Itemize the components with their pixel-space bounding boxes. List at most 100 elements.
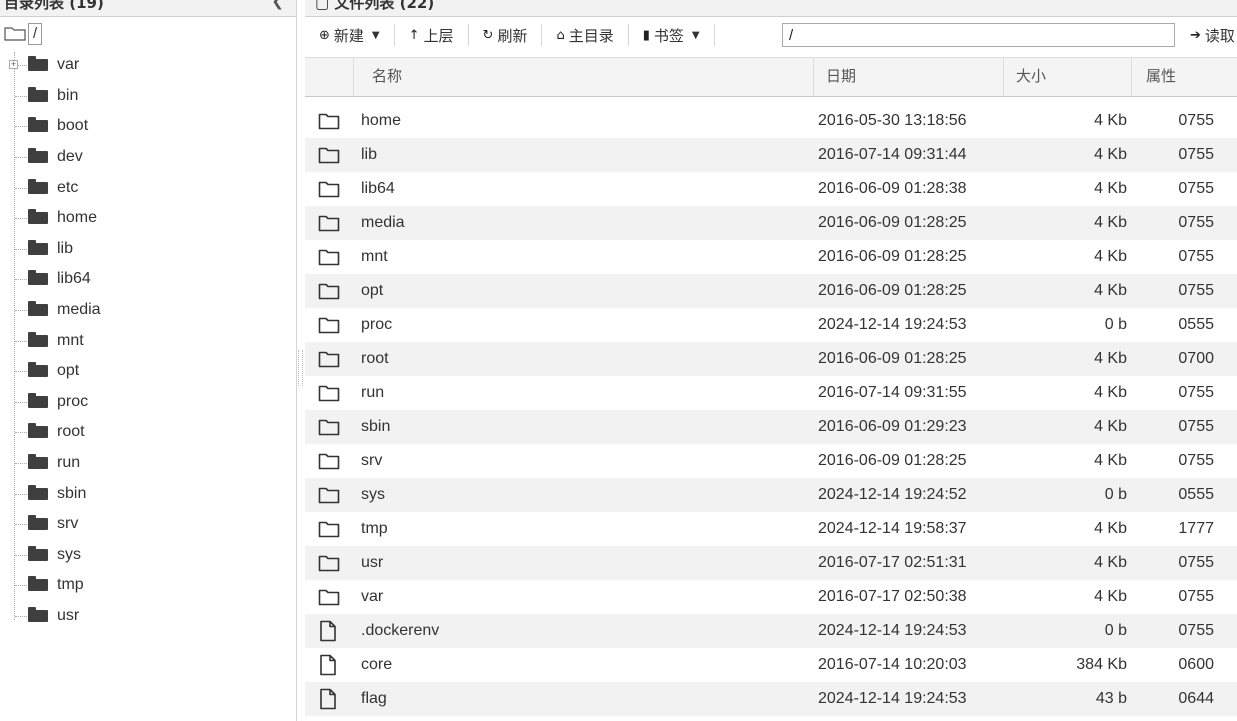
new-dropdown-button[interactable]: ⊕ 新建 ▼	[305, 21, 394, 49]
tree-item[interactable]: media	[0, 295, 296, 326]
file-name[interactable]: srv	[361, 444, 382, 478]
tree-item-label: run	[57, 454, 81, 472]
home-directory-button[interactable]: ⌂ 主目录	[542, 21, 627, 49]
file-attributes[interactable]: 0755	[1132, 580, 1214, 614]
file-row[interactable]: opt 2016-06-09 01:28:25 4 Kb 0755	[305, 274, 1237, 308]
up-level-button[interactable]: ↑ 上层	[395, 21, 468, 49]
file-attributes[interactable]: 0755	[1132, 104, 1214, 138]
tree-item[interactable]: usr	[0, 601, 296, 632]
file-name[interactable]: flag	[361, 682, 387, 716]
tree-item[interactable]: run	[0, 448, 296, 479]
file-name[interactable]: core	[361, 648, 392, 682]
file-row[interactable]: core 2016-07-14 10:20:03 384 Kb 0600	[305, 648, 1237, 682]
tree-item[interactable]: root	[0, 417, 296, 448]
tree-root[interactable]: /	[4, 23, 43, 45]
file-name[interactable]: sbin	[361, 410, 390, 444]
file-name[interactable]: sys	[361, 478, 385, 512]
tree-item[interactable]: lib	[0, 234, 296, 265]
file-row[interactable]: tmp 2024-12-14 19:58:37 4 Kb 1777	[305, 512, 1237, 546]
folder-icon	[28, 331, 48, 347]
file-attributes[interactable]: 1777	[1132, 512, 1214, 546]
file-name[interactable]: .dockerenv	[361, 614, 439, 648]
file-name[interactable]: usr	[361, 546, 383, 580]
file-attributes[interactable]: 0755	[1132, 206, 1214, 240]
file-row[interactable]: .dockerenv 2024-12-14 19:24:53 0 b 0755	[305, 614, 1237, 648]
file-attributes[interactable]: 0600	[1132, 648, 1214, 682]
tree-item[interactable]: srv	[0, 509, 296, 540]
bookmarks-dropdown-button[interactable]: ▮ 书签 ▼	[629, 21, 714, 49]
file-row[interactable]: var 2016-07-17 02:50:38 4 Kb 0755	[305, 580, 1237, 614]
file-attributes[interactable]: 0755	[1132, 546, 1214, 580]
name-column-header[interactable]: 名称	[354, 58, 814, 96]
file-row[interactable]: root 2016-06-09 01:28:25 4 Kb 0700	[305, 342, 1237, 376]
file-row[interactable]: mnt 2016-06-09 01:28:25 4 Kb 0755	[305, 240, 1237, 274]
file-row[interactable]: home 2016-05-30 13:18:56 4 Kb 0755	[305, 104, 1237, 138]
file-name[interactable]: run	[361, 376, 384, 410]
tree-item[interactable]: + var	[0, 50, 296, 81]
file-attributes[interactable]: 0555	[1132, 308, 1214, 342]
file-row[interactable]: lib 2016-07-14 09:31:44 4 Kb 0755	[305, 138, 1237, 172]
file-name[interactable]: root	[361, 342, 389, 376]
refresh-button[interactable]: ↻ 刷新	[469, 21, 542, 49]
file-attributes[interactable]: 0644	[1132, 682, 1214, 716]
file-name[interactable]: lib64	[361, 172, 395, 206]
file-attributes[interactable]: 0755	[1132, 376, 1214, 410]
file-name[interactable]: tmp	[361, 512, 388, 546]
file-name[interactable]: home	[361, 104, 401, 138]
tree-item[interactable]: sys	[0, 540, 296, 571]
file-attributes[interactable]: 0755	[1132, 614, 1214, 648]
folder-icon	[318, 172, 342, 206]
file-row[interactable]: media 2016-06-09 01:28:25 4 Kb 0755	[305, 206, 1237, 240]
file-attributes[interactable]: 0755	[1132, 240, 1214, 274]
path-input[interactable]	[782, 23, 1175, 47]
file-row[interactable]: sbin 2016-06-09 01:29:23 4 Kb 0755	[305, 410, 1237, 444]
file-row[interactable]: lib64 2016-06-09 01:28:38 4 Kb 0755	[305, 172, 1237, 206]
tree-item[interactable]: opt	[0, 356, 296, 387]
tree-item[interactable]: lib64	[0, 264, 296, 295]
file-panel-header: ▢ 文件列表 (22)	[305, 0, 1237, 17]
folder-icon	[318, 580, 342, 614]
toolbar-divider	[713, 24, 715, 46]
tree-item[interactable]: proc	[0, 387, 296, 418]
tree-item[interactable]: boot	[0, 111, 296, 142]
file-attributes[interactable]: 0755	[1132, 410, 1214, 444]
file-attributes[interactable]: 0700	[1132, 342, 1214, 376]
file-name[interactable]: lib	[361, 138, 377, 172]
tree-item[interactable]: etc	[0, 172, 296, 203]
file-name[interactable]: mnt	[361, 240, 388, 274]
tree-item[interactable]: sbin	[0, 478, 296, 509]
read-button-label: 读取	[1204, 26, 1235, 45]
attributes-column-header[interactable]: 属性	[1132, 58, 1237, 96]
file-row[interactable]: run 2016-07-14 09:31:55 4 Kb 0755	[305, 376, 1237, 410]
file-name[interactable]: media	[361, 206, 405, 240]
tree-item[interactable]: home	[0, 203, 296, 234]
tree-item[interactable]: tmp	[0, 570, 296, 601]
file-row[interactable]: proc 2024-12-14 19:24:53 0 b 0555	[305, 308, 1237, 342]
panel-splitter-handle[interactable]	[298, 350, 303, 386]
file-row[interactable]: srv 2016-06-09 01:28:25 4 Kb 0755	[305, 444, 1237, 478]
tree-item-label: etc	[57, 178, 79, 196]
file-name[interactable]: opt	[361, 274, 383, 308]
folder-icon	[318, 138, 342, 172]
file-name[interactable]: var	[361, 580, 383, 614]
tree-item-label: sys	[57, 545, 81, 563]
collapse-panel-icon[interactable]: ❮	[271, 0, 284, 10]
file-row[interactable]: usr 2016-07-17 02:51:31 4 Kb 0755	[305, 546, 1237, 580]
tree-item[interactable]: mnt	[0, 325, 296, 356]
expand-toggle-icon[interactable]: +	[9, 60, 18, 70]
date-column-header[interactable]: 日期	[814, 58, 1004, 96]
tree-root-label[interactable]: /	[28, 23, 43, 45]
file-row[interactable]: flag 2024-12-14 19:24:53 43 b 0644	[305, 682, 1237, 716]
tree-item[interactable]: bin	[0, 81, 296, 112]
read-button[interactable]: ➔ 读取	[1190, 17, 1235, 53]
file-attributes[interactable]: 0555	[1132, 478, 1214, 512]
file-row[interactable]: sys 2024-12-14 19:24:52 0 b 0555	[305, 478, 1237, 512]
file-attributes[interactable]: 0755	[1132, 444, 1214, 478]
directory-panel-header: 目录列表 (19) ❮	[0, 0, 296, 17]
file-name[interactable]: proc	[361, 308, 392, 342]
size-column-header[interactable]: 大小	[1004, 58, 1132, 96]
tree-item[interactable]: dev	[0, 142, 296, 173]
file-attributes[interactable]: 0755	[1132, 172, 1214, 206]
file-attributes[interactable]: 0755	[1132, 274, 1214, 308]
file-attributes[interactable]: 0755	[1132, 138, 1214, 172]
